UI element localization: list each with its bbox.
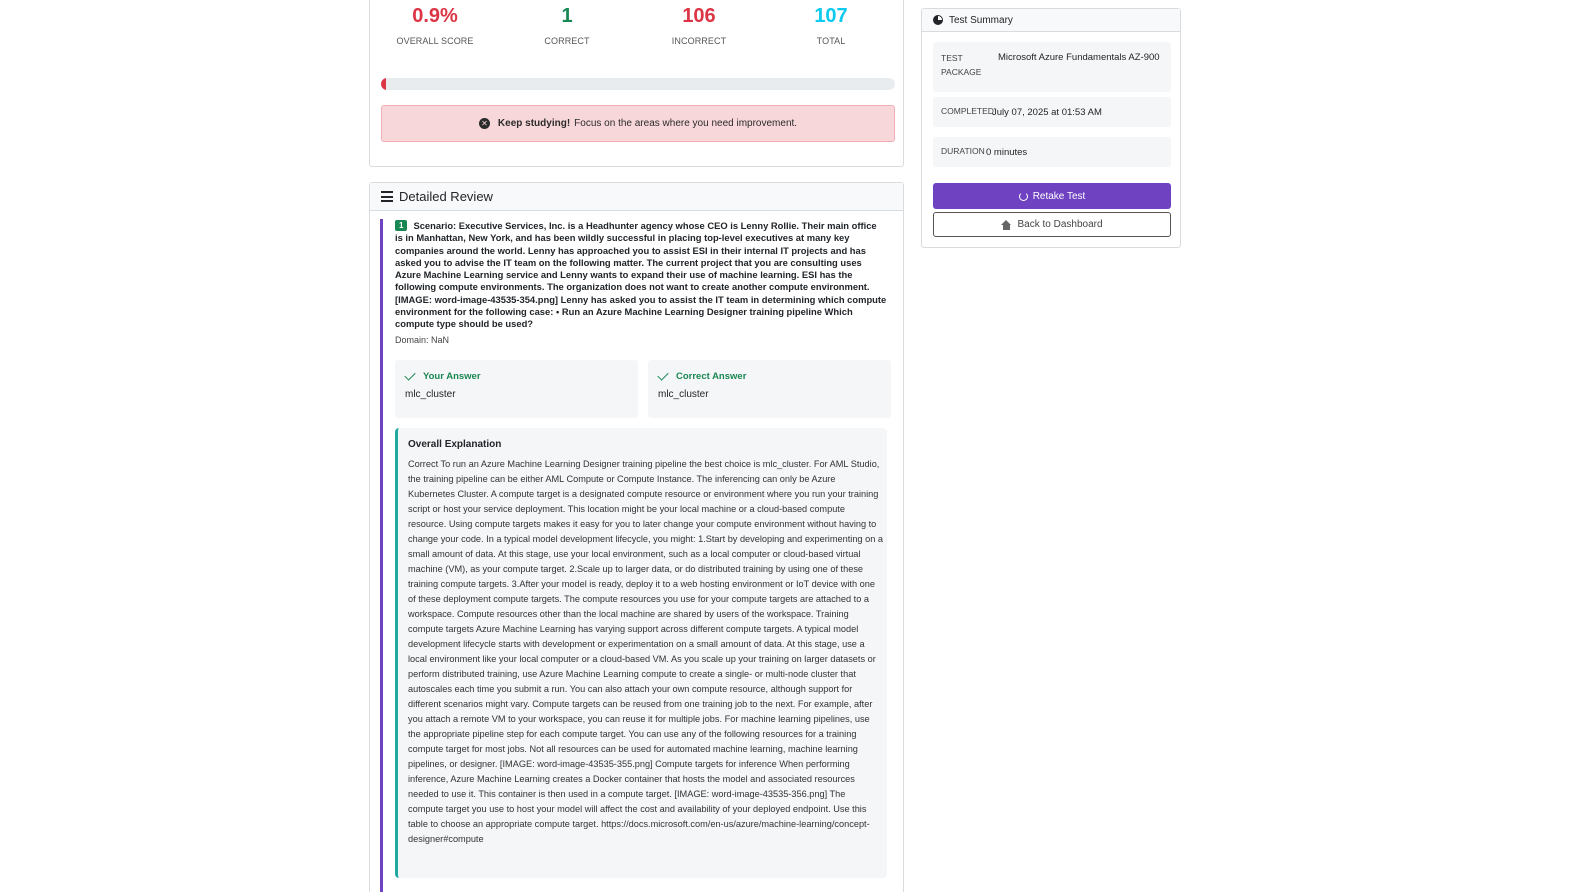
question-domain: Domain: NaN — [395, 335, 450, 345]
overall-score-value: 0.9% — [412, 5, 458, 27]
score-card: 0.9% OVERALL SCORE 1 CORRECT 106 INCORRE… — [369, 0, 904, 167]
completed-label: COMPLETED — [941, 106, 994, 116]
test-summary-title: Test Summary — [949, 14, 1013, 26]
back-to-dashboard-label: Back to Dashboard — [1017, 219, 1103, 230]
test-summary-header: Test Summary — [922, 9, 1180, 32]
test-package-label: TEST PACKAGE — [941, 51, 981, 79]
score-progress-fill — [381, 78, 386, 90]
redo-icon — [1018, 191, 1028, 201]
correct-answer-label: Correct Answer — [676, 371, 747, 382]
test-package-row: TEST PACKAGE Microsoft Azure Fundamental… — [933, 42, 1171, 92]
incorrect-value: 106 — [682, 5, 716, 27]
correct-value: 1 — [561, 5, 573, 27]
your-answer-heading: Your Answer — [404, 369, 481, 382]
detailed-review-header: Detailed Review — [370, 183, 903, 211]
correct-answer-heading: Correct Answer — [657, 369, 747, 382]
home-icon — [1001, 219, 1012, 230]
your-answer-label: Your Answer — [423, 371, 481, 382]
retake-test-button[interactable]: Retake Test — [933, 183, 1171, 209]
explanation-panel: Overall Explanation Correct To run an Az… — [395, 428, 887, 878]
completed-value: July 07, 2025 at 01:53 AM — [992, 107, 1102, 118]
keep-studying-alert: ✕ Keep studying! Focus on the areas wher… — [381, 105, 895, 142]
explanation-title: Overall Explanation — [408, 439, 502, 450]
incorrect-stat: 106 INCORRECT — [634, 5, 764, 46]
explanation-text: Correct To run an Azure Machine Learning… — [408, 459, 883, 844]
question-number-badge: 1 — [395, 220, 408, 231]
duration-row: DURATION 0 minutes — [933, 137, 1171, 167]
overall-score-label: OVERALL SCORE — [396, 36, 474, 46]
overall-score-stat: 0.9% OVERALL SCORE — [370, 5, 500, 46]
your-answer-box: Your Answer mlc_cluster — [395, 360, 638, 418]
question-text-container: 1 Scenario: Executive Services, Inc. is a… — [395, 220, 887, 331]
pie-chart-icon — [933, 15, 943, 25]
score-progress-bar — [381, 78, 895, 90]
question-text: Scenario: Executive Services, Inc. is a … — [395, 220, 887, 330]
test-package-label-line1: TEST — [941, 53, 963, 63]
incorrect-label: INCORRECT — [671, 36, 727, 46]
completed-row: COMPLETED July 07, 2025 at 01:53 AM — [933, 97, 1171, 127]
detailed-review-card: Detailed Review 1 Scenario: Executive Ser… — [369, 182, 904, 892]
your-answer-value: mlc_cluster — [405, 389, 456, 400]
duration-value: 0 minutes — [986, 147, 1028, 158]
question-item: 1 Scenario: Executive Services, Inc. is a… — [380, 219, 894, 892]
test-package-value: Microsoft Azure Fundamentals AZ-900 — [998, 52, 1160, 63]
duration-label: DURATION — [941, 146, 985, 156]
total-label: TOTAL — [816, 36, 846, 46]
total-value: 107 — [814, 5, 848, 27]
check-icon — [657, 369, 669, 381]
detailed-review-title: Detailed Review — [399, 189, 493, 204]
test-summary-card: Test Summary TEST PACKAGE Microsoft Azur… — [921, 8, 1181, 248]
alert-strong-text: Keep studying! — [497, 118, 571, 129]
correct-answer-value: mlc_cluster — [658, 389, 709, 400]
correct-label: CORRECT — [544, 36, 590, 46]
close-circle-icon: ✕ — [478, 118, 490, 129]
test-package-label-line2: PACKAGE — [941, 67, 982, 77]
list-icon — [381, 191, 393, 202]
total-stat: 107 TOTAL — [766, 5, 896, 46]
correct-stat: 1 CORRECT — [502, 5, 632, 46]
back-to-dashboard-button[interactable]: Back to Dashboard — [933, 212, 1171, 237]
check-icon — [404, 369, 416, 381]
retake-test-label: Retake Test — [1032, 190, 1086, 202]
alert-text: Focus on the areas where you need improv… — [574, 118, 798, 129]
correct-answer-box: Correct Answer mlc_cluster — [648, 360, 891, 418]
